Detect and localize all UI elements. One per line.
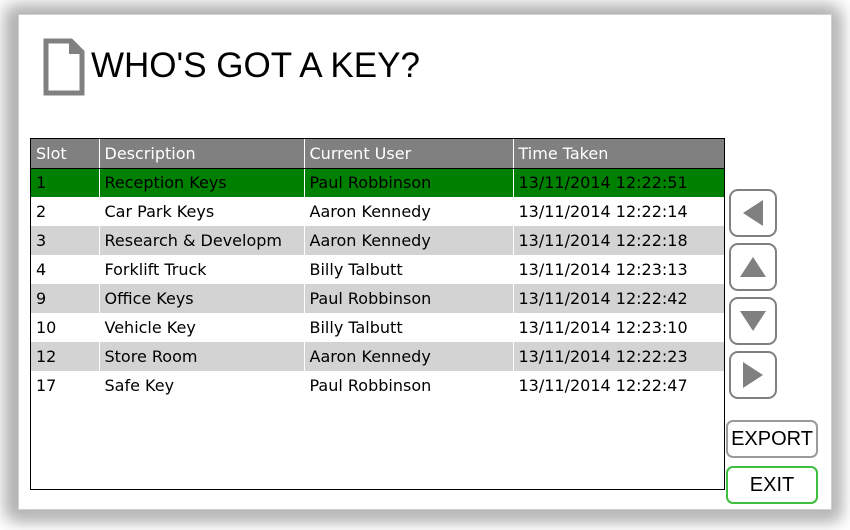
- cell-current_user: Aaron Kennedy: [304, 342, 514, 371]
- cell-time_taken: 13/11/2014 12:22:23: [513, 342, 724, 371]
- cell-time_taken: 13/11/2014 12:22:14: [513, 197, 724, 226]
- table-row[interactable]: 17 Safe Key Paul Robbinson 13/11/2014 12:22…: [31, 371, 724, 400]
- cell-description: Office Keys: [99, 284, 305, 313]
- cell-current_user: Billy Talbutt: [304, 255, 514, 284]
- scroll-down-button[interactable]: [729, 297, 777, 345]
- exit-button[interactable]: EXIT: [726, 466, 818, 504]
- cell-current_user: Paul Robbinson: [304, 168, 514, 197]
- table-body: 1 Reception Keys Paul Robbinson 13/11/2014 …: [31, 168, 724, 400]
- cell-time_taken: 13/11/2014 12:22:42: [513, 284, 724, 313]
- table-header-row: Slot Description Current User Time Taken: [31, 139, 724, 169]
- cell-slot: 10: [31, 313, 100, 342]
- table-row[interactable]: 2 Car Park Keys Aaron Kennedy 13/11/2014 12…: [31, 197, 724, 226]
- cell-slot: 17: [31, 371, 100, 400]
- main-window-panel: WHO'S GOT A KEY? Slot Description Curren…: [18, 14, 832, 510]
- document-icon: [42, 37, 86, 97]
- cell-description: Car Park Keys: [99, 197, 305, 226]
- column-header-current-user[interactable]: Current User: [304, 139, 514, 169]
- triangle-down-icon: [740, 311, 766, 331]
- cell-time_taken: 13/11/2014 12:22:47: [513, 371, 724, 400]
- cell-time_taken: 13/11/2014 12:23:13: [513, 255, 724, 284]
- cell-current_user: Paul Robbinson: [304, 284, 514, 313]
- cell-slot: 12: [31, 342, 100, 371]
- cell-description: Store Room: [99, 342, 305, 371]
- column-header-time-taken[interactable]: Time Taken: [513, 139, 724, 169]
- column-header-description[interactable]: Description: [99, 139, 305, 169]
- table-row[interactable]: 9 Office Keys Paul Robbinson 13/11/2014 12:…: [31, 284, 724, 313]
- table-header: Slot Description Current User Time Taken: [31, 139, 724, 169]
- cell-description: Reception Keys: [99, 168, 305, 197]
- triangle-up-icon: [740, 257, 766, 277]
- cell-slot: 9: [31, 284, 100, 313]
- export-button[interactable]: EXPORT: [726, 420, 818, 458]
- table-row[interactable]: 12 Store Room Aaron Kennedy 13/11/2014 12:2…: [31, 342, 724, 371]
- cell-slot: 3: [31, 226, 100, 255]
- page-left-button[interactable]: [729, 189, 777, 237]
- page-right-button[interactable]: [729, 351, 777, 399]
- cell-time_taken: 13/11/2014 12:22:51: [513, 168, 724, 197]
- application-window: WHO'S GOT A KEY? Slot Description Curren…: [0, 0, 850, 530]
- cell-current_user: Aaron Kennedy: [304, 226, 514, 255]
- cell-description: Research & Developm: [99, 226, 305, 255]
- table-row[interactable]: 4 Forklift Truck Billy Talbutt 13/11/2014 1…: [31, 255, 724, 284]
- cell-slot: 2: [31, 197, 100, 226]
- cell-current_user: Billy Talbutt: [304, 313, 514, 342]
- cell-current_user: Aaron Kennedy: [304, 197, 514, 226]
- key-table-container[interactable]: Slot Description Current User Time Taken…: [30, 138, 725, 490]
- page-header: WHO'S GOT A KEY?: [19, 15, 831, 127]
- key-table: Slot Description Current User Time Taken…: [31, 139, 724, 400]
- cell-description: Forklift Truck: [99, 255, 305, 284]
- table-row[interactable]: 3 Research & Developm Aaron Kennedy 13/11/2…: [31, 226, 724, 255]
- cell-time_taken: 13/11/2014 12:23:10: [513, 313, 724, 342]
- table-row[interactable]: 10 Vehicle Key Billy Talbutt 13/11/2014 12:…: [31, 313, 724, 342]
- triangle-right-icon: [743, 362, 763, 388]
- cell-time_taken: 13/11/2014 12:22:18: [513, 226, 724, 255]
- cell-description: Vehicle Key: [99, 313, 305, 342]
- scroll-up-button[interactable]: [729, 243, 777, 291]
- cell-slot: 1: [31, 168, 100, 197]
- table-row[interactable]: 1 Reception Keys Paul Robbinson 13/11/2014 …: [31, 168, 724, 197]
- triangle-left-icon: [743, 200, 763, 226]
- cell-slot: 4: [31, 255, 100, 284]
- side-control-panel: EXPORT EXIT: [726, 138, 825, 504]
- page-title: WHO'S GOT A KEY?: [91, 46, 420, 85]
- cell-description: Safe Key: [99, 371, 305, 400]
- column-header-slot[interactable]: Slot: [31, 139, 100, 169]
- cell-current_user: Paul Robbinson: [304, 371, 514, 400]
